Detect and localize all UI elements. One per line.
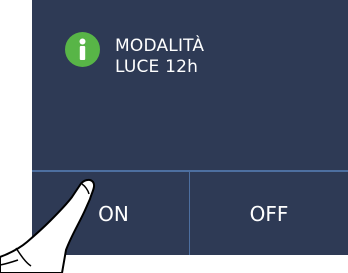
info-icon bbox=[65, 32, 100, 67]
screen: MODALITÀ LUCE 12h ON OFF bbox=[0, 0, 348, 273]
off-button[interactable]: OFF bbox=[190, 172, 348, 255]
mode-message-line2: LUCE 12h bbox=[115, 57, 199, 77]
mode-message: MODALITÀ LUCE 12h bbox=[115, 36, 204, 78]
off-button-label: OFF bbox=[249, 201, 289, 226]
on-button[interactable]: ON bbox=[32, 172, 189, 255]
mode-message-line1: MODALITÀ bbox=[115, 36, 205, 56]
on-button-label: ON bbox=[98, 201, 129, 226]
